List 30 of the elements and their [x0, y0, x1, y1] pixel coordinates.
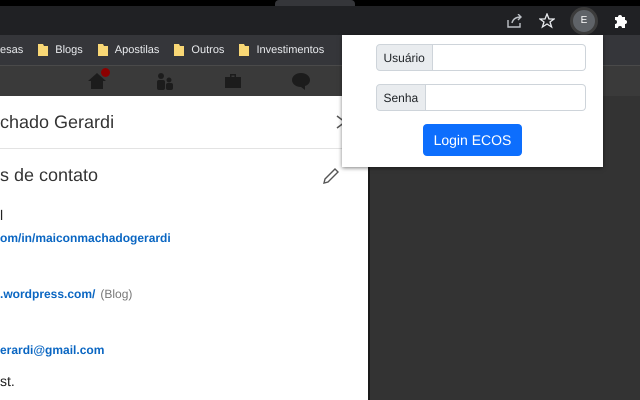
contact-link[interactable]: erardi@gmail.com — [0, 343, 104, 357]
contact-heading: st. — [0, 372, 15, 391]
field-label: Usuário — [376, 44, 433, 71]
folder-icon — [238, 43, 250, 57]
section-title: s de contato — [0, 165, 98, 186]
home-icon[interactable] — [87, 72, 107, 90]
modal-title: chado Gerardi — [0, 112, 114, 132]
profile-avatar[interactable]: E — [570, 6, 598, 34]
chat-icon[interactable] — [291, 72, 311, 90]
folder-icon — [173, 43, 186, 57]
login-button[interactable]: Login ECOS — [422, 124, 522, 156]
folder-icon — [96, 43, 109, 57]
bookmark-label[interactable]: Outros — [191, 44, 224, 56]
login-field[interactable] — [432, 44, 586, 71]
briefcase-icon[interactable] — [224, 73, 242, 89]
bookmark-label[interactable]: Blogs — [55, 44, 83, 56]
people-icon[interactable] — [156, 72, 174, 90]
pencil-icon[interactable] — [322, 166, 340, 184]
contact-link[interactable]: om/in/maiconmachadogerardi — [0, 231, 171, 245]
contact-heading: l — [0, 206, 4, 225]
contact-link[interactable]: .wordpress.com/ — [0, 287, 96, 301]
share-icon[interactable] — [506, 12, 524, 30]
login-field[interactable] — [426, 84, 586, 111]
field-label: Senha — [376, 84, 426, 111]
bookmark-label[interactable]: esas — [0, 44, 24, 56]
link-note: (Blog) — [100, 287, 132, 301]
folder-icon — [37, 43, 50, 57]
bookmark-label[interactable]: Investimentos — [256, 44, 324, 56]
bookmark-label[interactable]: Apostilas — [114, 44, 160, 56]
star-icon[interactable] — [538, 12, 556, 30]
